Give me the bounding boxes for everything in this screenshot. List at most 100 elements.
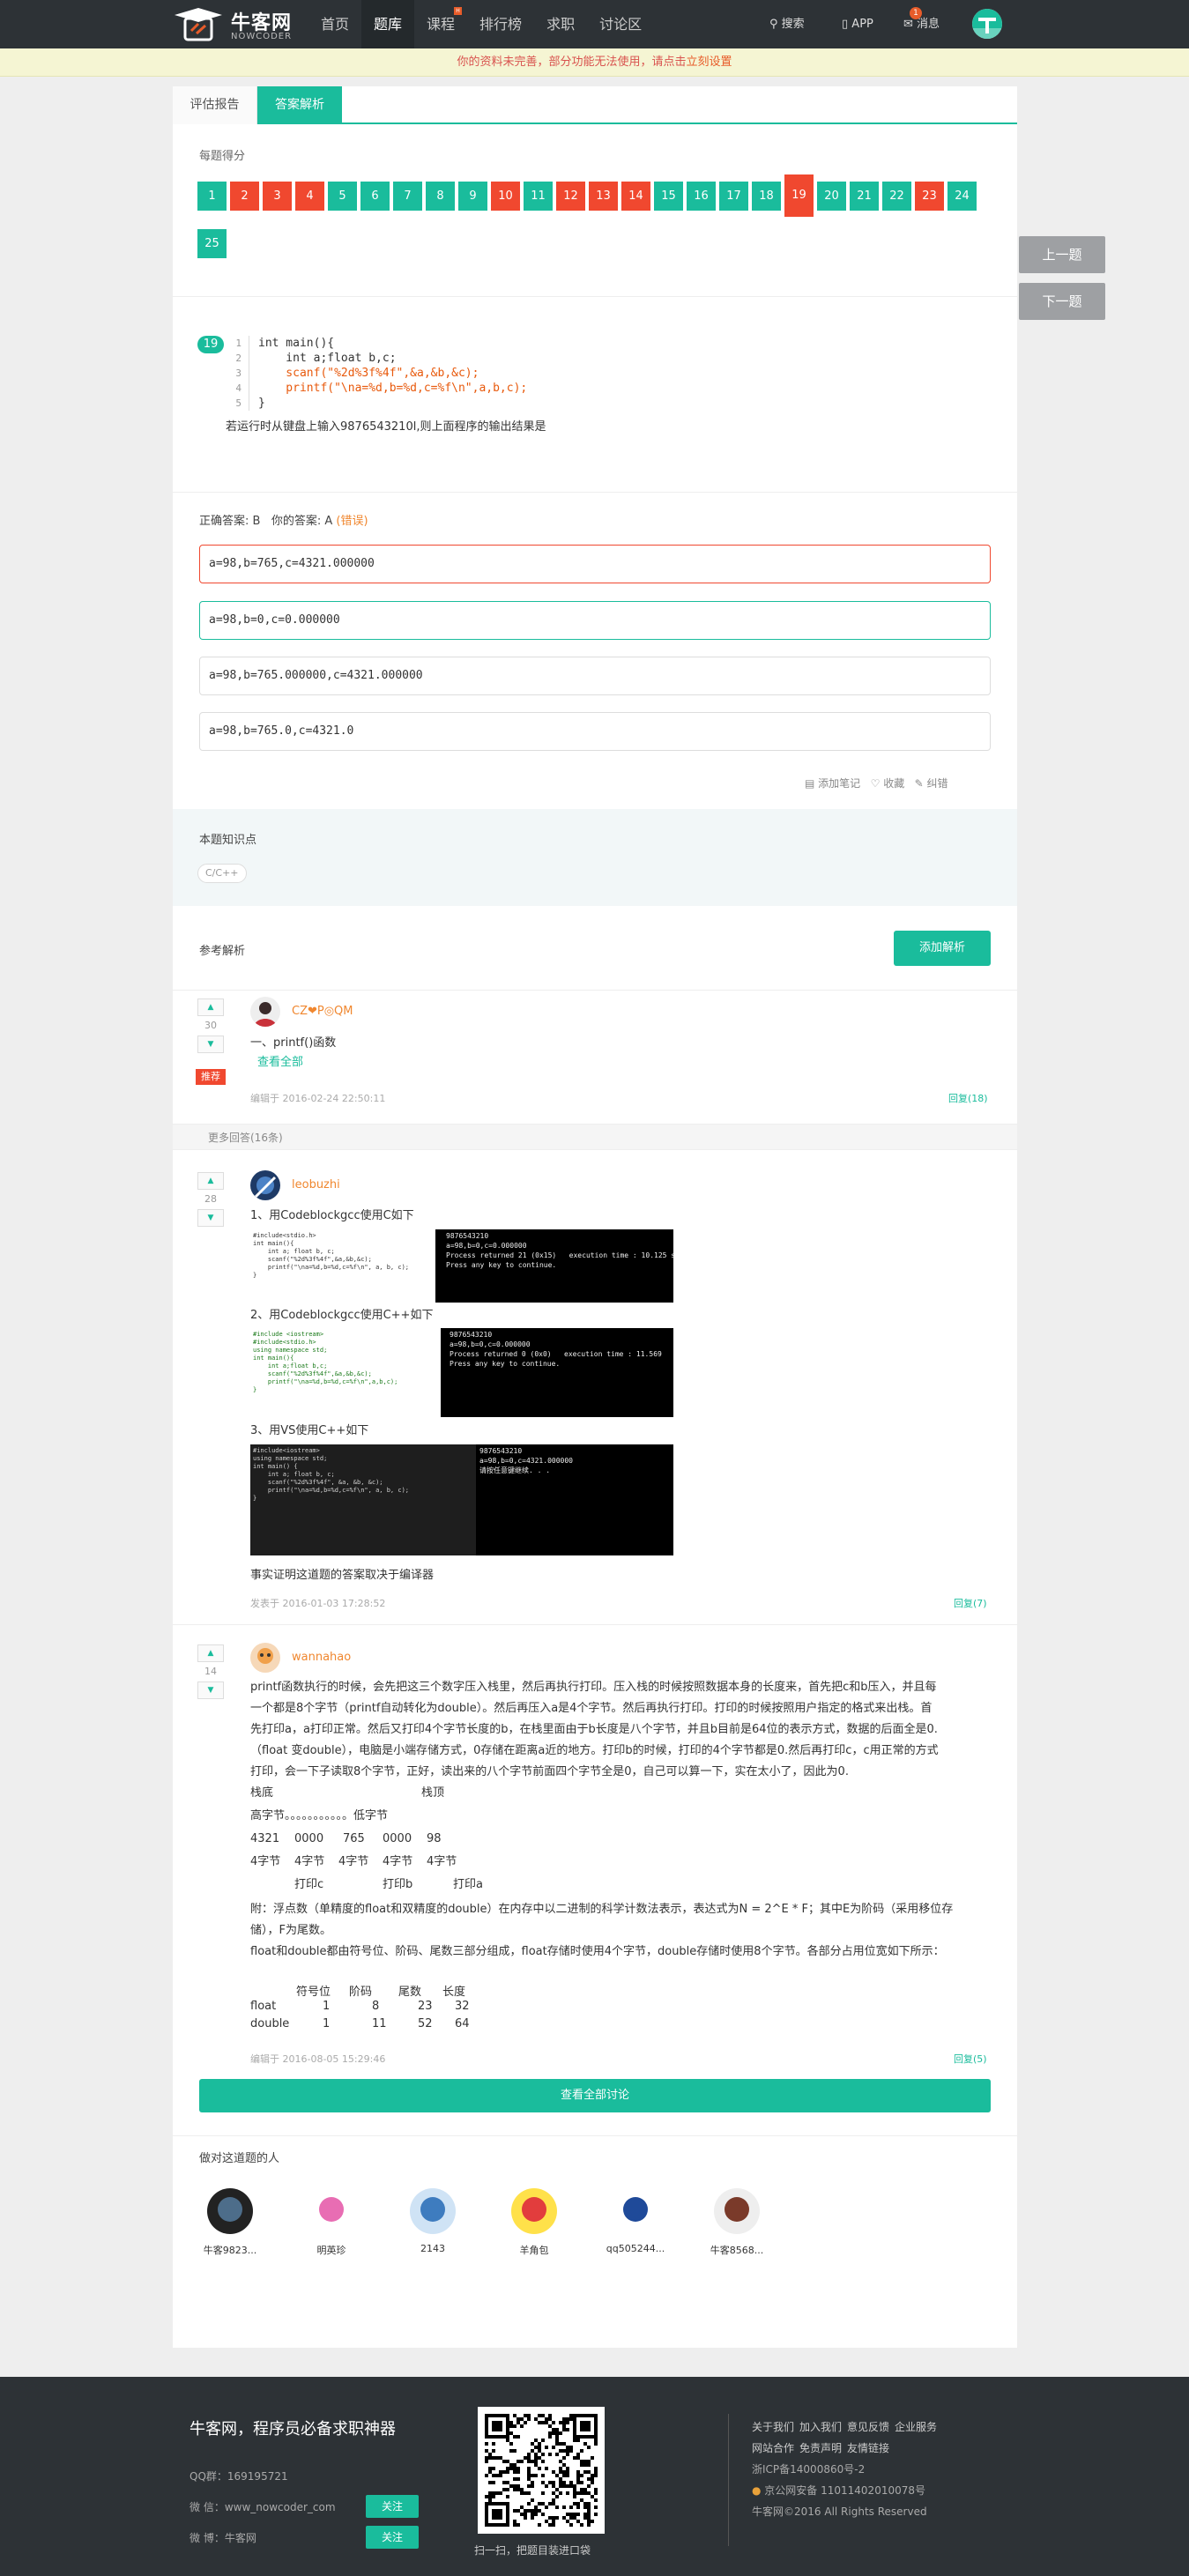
tab-report[interactable]: 评估报告 — [173, 86, 257, 124]
solver-card[interactable]: 明英珍 — [301, 2188, 362, 2257]
question-score-1[interactable]: 1 — [197, 182, 227, 211]
question-score-16[interactable]: 16 — [687, 182, 716, 211]
next-question-button[interactable]: 下一题 — [1019, 283, 1105, 320]
app-link[interactable]: ▯ APP — [842, 0, 873, 48]
question-score-2[interactable]: 2 — [230, 182, 259, 211]
code-line: } — [253, 1495, 257, 1502]
upvote-icon[interactable]: ▲ — [197, 1172, 224, 1190]
question-score-20[interactable]: 20 — [817, 182, 846, 211]
reply-link[interactable]: 回复(5) — [954, 2052, 987, 2066]
footer-link[interactable]: 加入我们 — [799, 2419, 842, 2434]
console-output: 9876543210 a=98,b=0,c=0.000000 Process ret… — [446, 1231, 673, 1270]
question-score-13[interactable]: 13 — [589, 182, 618, 211]
add-analysis-button[interactable]: 添加解析 — [894, 931, 991, 966]
upvote-icon[interactable]: ▲ — [197, 998, 224, 1016]
question-score-4[interactable]: 4 — [295, 182, 324, 211]
nav-jobs[interactable]: 求职 — [534, 0, 587, 48]
footer-link[interactable]: 企业服务 — [895, 2419, 937, 2434]
question-score-3[interactable]: 3 — [263, 182, 292, 211]
add-note-action[interactable]: ▤ 添加笔记 — [805, 777, 860, 790]
footer-slogan: 牛客网，程序员必备求职神器 — [189, 2420, 396, 2439]
question-text: 若运行时从键盘上输入9876543210l,则上面程序的输出结果是 — [226, 420, 546, 434]
code-line: int main() { — [253, 1463, 298, 1470]
footer-link[interactable]: 免责声明 — [799, 2440, 842, 2455]
code-line: 9876543210 — [450, 1331, 493, 1339]
upvote-icon[interactable]: ▲ — [197, 1644, 224, 1662]
footer-wechat: 微 信：www_nowcoder_com — [189, 2501, 336, 2513]
recommend-badge: 推荐 — [196, 1069, 226, 1085]
memory-cell: 打印b — [383, 1878, 413, 1891]
code-line: printf("\na=%d,b=%d,c=%f\n", a, b, c); — [253, 1264, 410, 1271]
question-score-18[interactable]: 18 — [752, 182, 781, 211]
downvote-icon[interactable]: ▼ — [197, 1209, 224, 1227]
follow-wechat-button[interactable]: 关注 — [366, 2495, 419, 2518]
nav-ranking[interactable]: 排行榜 — [467, 0, 534, 48]
footer-link[interactable]: 关于我们 — [752, 2419, 794, 2434]
code-line: } — [253, 1386, 257, 1393]
follow-weibo-button[interactable]: 关注 — [366, 2526, 419, 2549]
solver-card[interactable]: 2143 — [402, 2188, 464, 2254]
question-score-22[interactable]: 22 — [882, 182, 911, 211]
reply-link[interactable]: 回复(7) — [954, 1596, 987, 1610]
avatar — [714, 2188, 760, 2234]
memory-cell: 4字节 — [338, 1855, 369, 1868]
search-link[interactable]: ⚲ 搜索 — [769, 0, 805, 48]
question-score-14[interactable]: 14 — [621, 182, 650, 211]
view-all-link[interactable]: 查看全部 — [257, 1052, 303, 1073]
reply-link[interactable]: 回复(18) — [948, 1091, 988, 1105]
question-score-9[interactable]: 9 — [458, 182, 487, 211]
question-score-17[interactable]: 17 — [719, 182, 748, 211]
divider — [173, 990, 1017, 991]
stack-top-label: 栈顶 — [421, 1786, 445, 1800]
question-score-11[interactable]: 11 — [524, 182, 553, 211]
downvote-icon[interactable]: ▼ — [197, 1681, 224, 1699]
question-score-7[interactable]: 7 — [393, 182, 422, 211]
qr-caption: 扫一扫，把题目装进口袋 — [474, 2544, 591, 2557]
prev-question-button[interactable]: 上一题 — [1019, 236, 1105, 273]
top-navbar: 牛客网 NOWCODER 首页 题库 课程 H 排行榜 求职 讨论区 ⚲ 搜索 ▯… — [0, 0, 1189, 48]
view-all-discussion-button[interactable]: 查看全部讨论 — [199, 2079, 991, 2112]
nav-question-bank[interactable]: 题库 — [361, 0, 415, 48]
footer-link[interactable]: 网站合作 — [752, 2440, 794, 2455]
solver-card[interactable]: 牛客9823... — [199, 2188, 261, 2257]
author-name[interactable]: wannahao — [292, 1651, 351, 1664]
question-score-15[interactable]: 15 — [654, 182, 683, 211]
avatar[interactable] — [250, 1170, 280, 1200]
avatar[interactable] — [250, 997, 280, 1027]
footer-link[interactable]: 友情链接 — [847, 2440, 889, 2455]
question-score-8[interactable]: 8 — [426, 182, 455, 211]
nav-courses[interactable]: 课程 H — [414, 0, 467, 48]
avatar — [410, 2188, 456, 2234]
question-score-19[interactable]: 19 — [784, 174, 814, 217]
solver-card[interactable]: 羊角包 — [503, 2188, 565, 2257]
memory-row: 4321 0000 765 0000 98 — [250, 1829, 515, 1850]
author-name[interactable]: leobuzhi — [292, 1178, 340, 1191]
question-score-5[interactable]: 5 — [328, 182, 357, 211]
nav-discuss[interactable]: 讨论区 — [587, 0, 654, 48]
downvote-icon[interactable]: ▼ — [197, 1036, 224, 1053]
question-score-25[interactable]: 25 — [197, 229, 227, 258]
question-score-12[interactable]: 12 — [556, 182, 585, 211]
notice-settings-link[interactable]: 立刻设置 — [687, 56, 732, 69]
site-logo[interactable]: 牛客网 NOWCODER — [173, 4, 323, 44]
tab-analysis[interactable]: 答案解析 — [257, 86, 342, 124]
report-error-action[interactable]: ✎ 纠错 — [915, 777, 948, 790]
question-score-6[interactable]: 6 — [360, 182, 390, 211]
nav-home[interactable]: 首页 — [308, 0, 361, 48]
messages-link[interactable]: ✉ 消息 — [903, 0, 940, 48]
solver-card[interactable]: 牛客8568... — [706, 2188, 768, 2257]
solver-card[interactable]: qq505244... — [605, 2188, 666, 2254]
line-number: 3 — [235, 367, 242, 379]
question-score-23[interactable]: 23 — [915, 182, 944, 211]
question-score-24[interactable]: 24 — [947, 182, 977, 211]
paragraph-line: 打印，会一下子读取8个字节，正好，读出来的八个字节前面四个字节全是0，自己可以算… — [250, 1765, 849, 1778]
favorite-action[interactable]: ♡ 收藏 — [871, 777, 905, 790]
question-score-21[interactable]: 21 — [850, 182, 879, 211]
question-score-10[interactable]: 10 — [491, 182, 520, 211]
author-name[interactable]: CZ❤P◎QM — [292, 1005, 353, 1018]
table-cell: 1 — [323, 2017, 331, 2030]
footer-link[interactable]: 意见反馈 — [847, 2419, 889, 2434]
knowledge-tag[interactable]: C/C++ — [197, 864, 247, 883]
avatar[interactable] — [250, 1643, 280, 1673]
user-avatar[interactable] — [972, 9, 1002, 39]
